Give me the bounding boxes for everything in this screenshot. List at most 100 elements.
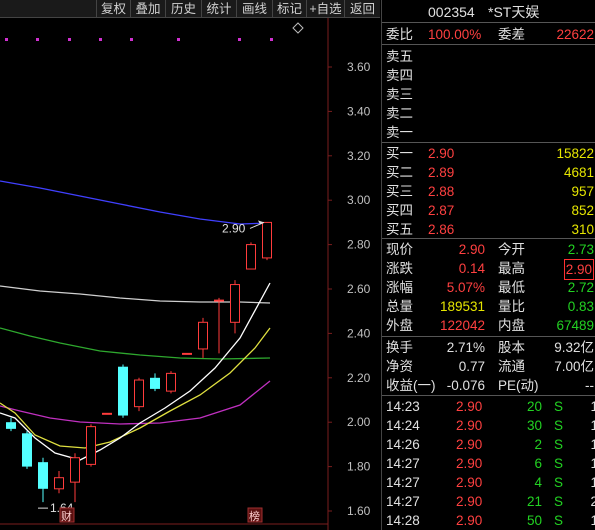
tick-price: 2.90 bbox=[456, 399, 483, 414]
mark-button[interactable]: 标记 bbox=[272, 0, 306, 18]
ma-line-green bbox=[0, 327, 271, 360]
sell-level-label: 卖三 bbox=[386, 87, 413, 102]
tick-time: 14:27 bbox=[386, 475, 420, 490]
quote-stat-row: 涨幅 5.07% 最低 2.72 bbox=[382, 278, 595, 297]
finance-row: 换手 2.71% 股本 9.32亿 bbox=[382, 338, 595, 357]
order-row-buy: 买三 2.88 957 bbox=[382, 182, 595, 201]
buy-volume: 957 bbox=[571, 184, 594, 199]
statistics-button[interactable]: 统计 bbox=[201, 0, 236, 18]
buy-price: 2.87 bbox=[428, 203, 455, 218]
tick-count: 1 bbox=[590, 399, 595, 414]
back-button[interactable]: 返回 bbox=[344, 0, 380, 18]
stat-value: 122042 bbox=[439, 318, 485, 333]
tick-side: S bbox=[554, 437, 564, 452]
event-tag: 榜 bbox=[249, 509, 260, 523]
fin-label: 净资 bbox=[386, 359, 413, 374]
kline-chart[interactable]: 3.60 3.40 3.20 3.00 2.80 2.60 2.40 2.20 2.00 1.80… bbox=[0, 18, 380, 530]
y-axis-label: 3.20 bbox=[347, 149, 371, 163]
tick-volume: 20 bbox=[526, 399, 542, 414]
kline-svg[interactable]: 3.60 3.40 3.20 3.00 2.80 2.60 2.40 2.20 2.00 1.80… bbox=[0, 18, 380, 530]
weicha-label: 委差 bbox=[498, 27, 525, 42]
y-axis-label: 2.20 bbox=[347, 371, 371, 385]
candle-body bbox=[86, 426, 96, 465]
signal-dot bbox=[68, 38, 71, 41]
stock-title: 002354 *ST天娱 bbox=[382, 2, 595, 22]
candle-body bbox=[6, 422, 16, 429]
webi-row: 委比 100.00% 委差 22622 bbox=[382, 25, 595, 44]
y-axis-label: 2.80 bbox=[347, 238, 371, 252]
tick-time: 14:28 bbox=[386, 513, 420, 528]
candle-body bbox=[118, 366, 128, 416]
stat-value: 189531 bbox=[439, 299, 485, 314]
event-tag: 财 bbox=[61, 509, 72, 523]
ma-line-white-short bbox=[0, 282, 271, 461]
finance-row: 收益(一) -0.076 PE(动) -- bbox=[382, 376, 595, 395]
y-axis-label: 2.40 bbox=[347, 326, 371, 340]
tick-price: 2.90 bbox=[456, 456, 483, 471]
tick-volume: 21 bbox=[526, 494, 542, 509]
finance-row: 净资 0.77 流通 7.00亿 bbox=[382, 357, 595, 376]
tick-volume: 30 bbox=[526, 418, 542, 433]
buy-price: 2.90 bbox=[428, 146, 455, 161]
diamond-icon bbox=[292, 22, 304, 34]
history-button[interactable]: 历史 bbox=[165, 0, 201, 18]
y-axis-label: 1.80 bbox=[347, 460, 371, 474]
stat-value: 67489 bbox=[556, 318, 594, 333]
buy-price: 2.88 bbox=[428, 184, 455, 199]
tick-count: 1 bbox=[590, 513, 595, 528]
tick-count: 1 bbox=[590, 456, 595, 471]
stat-value: 0.14 bbox=[458, 261, 485, 276]
quote-stat-row: 现价 2.90 今开 2.73 bbox=[382, 240, 595, 259]
add-watchlist-button[interactable]: +自选 bbox=[306, 0, 344, 18]
overlay-button[interactable]: 叠加 bbox=[130, 0, 165, 18]
candle-body bbox=[246, 244, 256, 270]
ma-line-blue bbox=[0, 180, 271, 225]
tick-price: 2.90 bbox=[456, 494, 483, 509]
signal-dot bbox=[270, 38, 273, 41]
stat-label: 量比 bbox=[498, 299, 525, 314]
webi-value: 100.00% bbox=[428, 27, 482, 42]
buy-volume: 15822 bbox=[556, 146, 594, 161]
draw-line-button[interactable]: 画线 bbox=[236, 0, 272, 18]
y-axis-label: 2.00 bbox=[347, 415, 371, 429]
candle-body bbox=[262, 221, 272, 259]
quote-stat-row: 涨跌 0.14 最高 2.90 bbox=[382, 259, 595, 280]
webi-label: 委比 bbox=[386, 27, 413, 42]
candle-body bbox=[54, 477, 64, 490]
sell-level-label: 卖四 bbox=[386, 68, 413, 83]
tick-side: S bbox=[554, 456, 564, 471]
candle-body bbox=[38, 462, 48, 489]
stat-value: 0.83 bbox=[567, 299, 594, 314]
quote-stat-row: 总量 189531 量比 0.83 bbox=[382, 297, 595, 316]
tick-side: S bbox=[554, 494, 564, 509]
tick-price: 2.90 bbox=[456, 437, 483, 452]
stat-label: 内盘 bbox=[498, 318, 525, 333]
tick-volume: 6 bbox=[534, 456, 542, 471]
tick-row: 14:27 2.90 21 S 2 bbox=[382, 492, 595, 511]
restore-rights-button[interactable]: 复权 bbox=[96, 0, 130, 18]
tick-side: S bbox=[554, 418, 564, 433]
tick-row: 14:23 2.90 20 S 1 bbox=[382, 397, 595, 416]
buy-price: 2.89 bbox=[428, 165, 455, 180]
buy-volume: 852 bbox=[571, 203, 594, 218]
stock-code: 002354 bbox=[428, 4, 475, 20]
tick-count: 1 bbox=[590, 437, 595, 452]
stat-value: 2.90 bbox=[563, 259, 594, 280]
buy-volume: 4681 bbox=[563, 165, 594, 180]
order-row-sell: 卖四 bbox=[382, 66, 595, 85]
tick-side: S bbox=[554, 475, 564, 490]
tick-price: 2.90 bbox=[456, 513, 483, 528]
fin-value: -0.076 bbox=[446, 378, 485, 393]
stat-value: 2.73 bbox=[567, 242, 594, 257]
fin-label: 收益(一) bbox=[386, 378, 436, 393]
buy-level-label: 买三 bbox=[386, 184, 413, 199]
buy-volume: 310 bbox=[571, 222, 594, 237]
signal-dot bbox=[177, 38, 180, 41]
order-row-buy: 买一 2.90 15822 bbox=[382, 144, 595, 163]
stat-label: 现价 bbox=[386, 242, 413, 257]
weicha-value: 22622 bbox=[556, 27, 594, 42]
sell-level-label: 卖一 bbox=[386, 125, 413, 140]
ma-line-white-long bbox=[0, 285, 271, 304]
order-row-buy: 买四 2.87 852 bbox=[382, 201, 595, 220]
stat-label: 最高 bbox=[498, 261, 525, 276]
